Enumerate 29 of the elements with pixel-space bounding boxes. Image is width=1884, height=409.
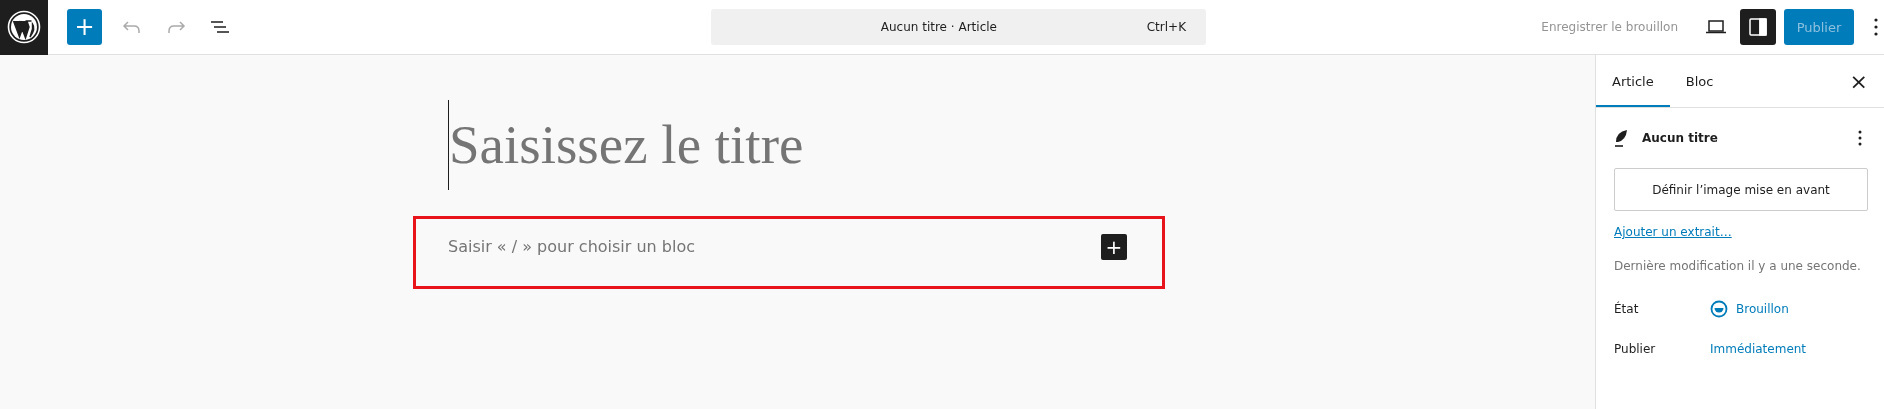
excerpt-link[interactable]: Ajouter un extrait…: [1614, 225, 1732, 239]
close-button[interactable]: ×: [1845, 68, 1872, 94]
more-icon: [1858, 130, 1862, 146]
featured-image-button[interactable]: Définir l’image mise en avant: [1614, 168, 1868, 211]
status-button[interactable]: Brouillon: [1710, 300, 1789, 318]
field-label: Publier: [1614, 342, 1657, 356]
sidebar-tab[interactable]: Article: [1596, 55, 1670, 107]
wordpress-logo[interactable]: [0, 0, 48, 55]
more-icon: [1874, 18, 1878, 36]
draft-status-icon: [1710, 300, 1728, 318]
list-view-icon: [210, 19, 230, 35]
title-field[interactable]: Saisissez le titre: [448, 100, 804, 190]
sidebar-icon: [1749, 18, 1767, 36]
feather-icon: [1614, 128, 1628, 148]
wordpress-logo-icon: [7, 10, 41, 44]
command-palette-button[interactable]: Aucun titre · Article Ctrl+K: [711, 9, 1206, 45]
last-modified-text: Dernière modification il y a une seconde.: [1614, 258, 1862, 275]
paragraph-block[interactable]: Saisir « / » pour choisir un bloc +: [413, 216, 1165, 289]
laptop-icon: [1706, 20, 1726, 34]
publish-date-button[interactable]: Immédiatement: [1710, 342, 1807, 356]
add-block-button[interactable]: +: [1101, 234, 1127, 260]
post-title: Aucun titre: [1642, 131, 1719, 145]
settings-toggle-button[interactable]: [1740, 9, 1776, 45]
redo-icon: [166, 19, 186, 35]
undo-icon: [122, 19, 142, 35]
sidebar-tab[interactable]: Bloc: [1669, 55, 1730, 107]
add-block-button[interactable]: +: [67, 9, 102, 45]
block-placeholder: Saisir « / » pour choisir un bloc: [448, 236, 696, 258]
field-label: État: [1614, 302, 1640, 316]
